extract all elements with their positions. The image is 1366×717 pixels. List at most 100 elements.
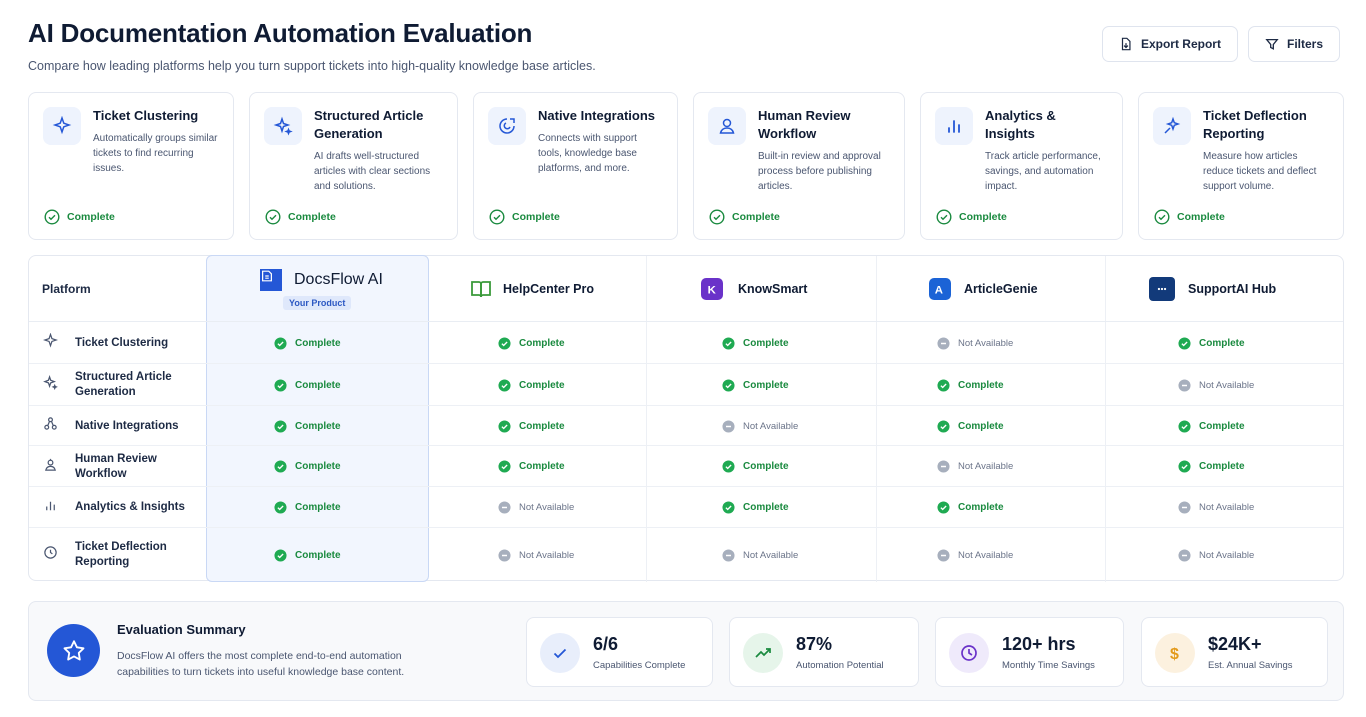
platform-column-header: Platform [42,282,91,296]
minus-circle-icon [1178,548,1191,562]
sparkle-icon [42,332,75,353]
check-circle-icon [498,419,511,433]
feature-card-ticket-deflection[interactable]: Ticket Deflection Reporting Measure how … [1138,92,1344,240]
status-complete-cell: Complete [274,406,341,446]
export-report-button[interactable]: Export Report [1101,26,1238,62]
export-report-label: Export Report [1140,37,1221,51]
integration-icon [499,118,515,134]
status-label: Complete [743,461,789,472]
card-desc: Track article performance, savings, and … [985,151,1101,192]
check-circle-icon [1178,419,1191,433]
check-circle-icon [274,336,287,350]
status-complete-cell: Complete [498,446,565,487]
stat-card-time-savings: 120+ hrs Monthly Time Savings [935,617,1124,687]
minus-circle-icon [937,336,950,350]
bar-chart-icon [948,120,960,133]
comparison-matrix: Platform DocsFlow AI Your Product HelpCe… [28,255,1344,582]
clock-icon [43,545,75,565]
card-title: Structured Article Generation [314,108,424,141]
feature-label-cell: Structured Article Generation [43,364,185,406]
feature-label-cell: Native Integrations [43,406,179,446]
feature-card-analytics[interactable]: Analytics & Insights Track article perfo… [920,92,1123,240]
status-label: Not Available [958,461,1014,472]
stat-icon-bg [949,633,989,673]
stat-value: $24K+ [1208,634,1262,654]
status-label: Complete [519,420,565,432]
supportai-chat-logo-icon [1149,277,1175,301]
feature-name: Human Review Workflow [75,452,157,480]
status-complete-cell: Complete [722,322,789,364]
status-not-available-cell: Not Available [937,446,1013,487]
feature-card-structured-article[interactable]: Structured Article Generation AI drafts … [249,92,458,240]
status-complete-cell: Complete [498,322,565,364]
check-circle-icon [1178,336,1191,350]
matrix-header-row: Platform DocsFlow AI Your Product HelpCe… [29,256,1343,322]
check-circle-icon [274,419,287,433]
feature-name: Native Integrations [75,419,179,432]
card-desc: AI drafts well-structured articles with … [314,151,431,192]
status-label: Complete [512,211,560,223]
stat-label: Capabilities Complete [593,660,686,671]
vendor-name: HelpCenter Pro [503,282,594,296]
status-complete-cell: Complete [498,406,565,446]
filters-button[interactable]: Filters [1247,26,1340,62]
card-title: Human Review Workflow [758,108,851,141]
status-label: Complete [295,420,341,432]
card-desc: Automatically groups similar tickets to … [93,133,218,174]
check-circle-icon [722,336,735,350]
vendor-name: KnowSmart [738,282,808,296]
matrix-row: Native Integrations Complete Complete Not A… [29,406,1343,446]
vendor-header-helpcenter[interactable]: HelpCenter Pro [469,256,594,322]
status-label: Complete [295,337,341,349]
status-label: Complete [288,211,336,223]
matrix-row: Ticket Deflection Reporting Complete Not A… [29,528,1343,582]
stat-label: Est. Annual Savings [1208,660,1293,671]
status-complete-cell: Complete [274,528,341,582]
page-header: AI Documentation Automation Evaluation C… [28,18,596,73]
status-label: Complete [743,379,789,391]
minus-circle-icon [937,548,950,562]
feature-card-human-review[interactable]: Human Review Workflow Built-in review an… [693,92,905,240]
card-icon-bg [935,107,973,145]
check-circle-icon [265,209,281,225]
summary-title: Evaluation Summary [117,622,246,637]
status-complete-cell: Complete [722,364,789,406]
vendor-name: ArticleGenie [964,282,1038,296]
status-not-available-cell: Not Available [937,322,1013,364]
vendor-header-docsflow[interactable]: DocsFlow AI [260,269,383,291]
page-title: AI Documentation Automation Evaluation [28,18,533,48]
feature-name: Analytics & Insights [75,501,185,513]
status-badge: Complete [936,209,1007,225]
helpcenter-logo-icon [469,277,493,301]
matrix-row: Analytics & Insights Complete Not Availabl… [29,487,1343,528]
star-icon [63,639,84,660]
vendor-header-supportai[interactable]: SupportAI Hub [1149,256,1276,322]
feature-card-ticket-clustering[interactable]: Ticket Clustering Automatically groups s… [28,92,234,240]
vendor-header-knowsmart[interactable]: K KnowSmart [701,256,807,322]
stat-value: 120+ hrs [1002,634,1076,654]
status-complete-cell: Complete [937,406,1004,446]
check-circle-icon [498,378,511,392]
minus-circle-icon [1178,501,1191,514]
minus-circle-icon [1178,378,1191,392]
stat-icon-bg [540,633,580,673]
status-complete-cell: Complete [1178,446,1245,487]
vendor-header-articlegenie[interactable]: A ArticleGenie [929,256,1038,322]
check-circle-icon [722,460,735,473]
check-circle-icon [274,548,287,562]
status-label: Not Available [958,337,1014,349]
status-not-available-cell: Not Available [722,406,798,446]
status-label: Not Available [1199,502,1255,513]
matrix-row: Ticket Clustering Complete Complete Complet… [29,322,1343,364]
card-icon-bg [488,107,526,145]
feature-card-native-integrations[interactable]: Native Integrations Connects with suppor… [473,92,678,240]
svg-text:A: A [935,284,943,296]
docsflow-logo-icon [260,269,282,291]
status-label: Complete [295,549,341,561]
status-complete-cell: Complete [1178,322,1245,364]
status-label: Complete [732,211,780,223]
vendor-name: SupportAI Hub [1188,282,1277,296]
card-title: Ticket Clustering [93,108,199,123]
clock-icon [961,645,977,661]
status-label: Complete [1199,461,1245,472]
